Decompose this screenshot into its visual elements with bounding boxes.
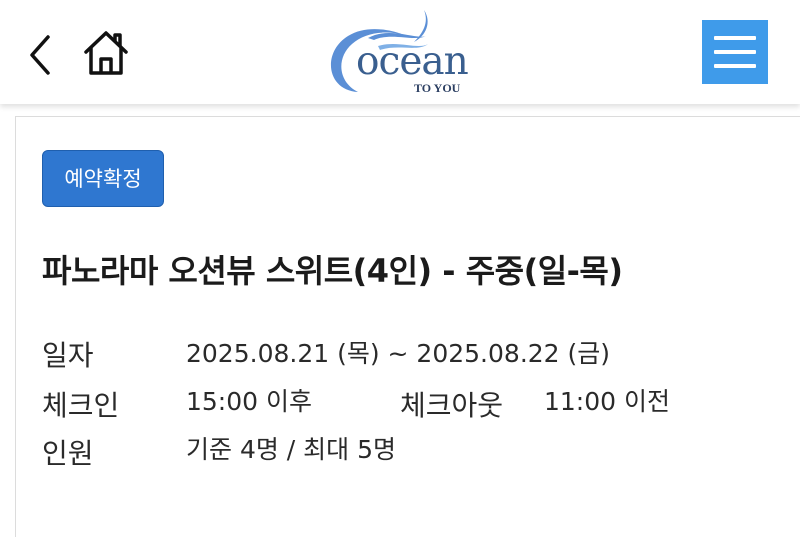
date-label: 일자	[42, 339, 94, 372]
home-button[interactable]	[80, 28, 134, 80]
room-title: 파노라마 오션뷰 스위트(4인) - 주중(일-목)	[42, 252, 623, 290]
back-button[interactable]	[20, 30, 64, 80]
home-icon	[84, 31, 128, 75]
status-badge: 예약확정	[42, 150, 164, 207]
guests-label: 인원	[42, 437, 94, 470]
guests-value: 기준 4명 / 최대 5명	[186, 435, 397, 464]
checkout-label: 체크아웃	[400, 389, 504, 422]
top-header: ocean TO YOU	[0, 0, 800, 104]
menu-button[interactable]	[702, 20, 768, 84]
logo-wordmark: ocean	[356, 39, 469, 84]
chevron-left-icon	[30, 35, 50, 75]
date-value: 2025.08.21 (목) ~ 2025.08.22 (금)	[186, 339, 611, 368]
checkout-value: 11:00 이전	[544, 387, 670, 416]
ocean-to-you-logo[interactable]: ocean TO YOU	[318, 6, 484, 102]
checkin-value: 15:00 이후	[186, 387, 312, 416]
logo-subtext: TO YOU	[414, 81, 461, 95]
checkin-label: 체크인	[42, 389, 120, 422]
